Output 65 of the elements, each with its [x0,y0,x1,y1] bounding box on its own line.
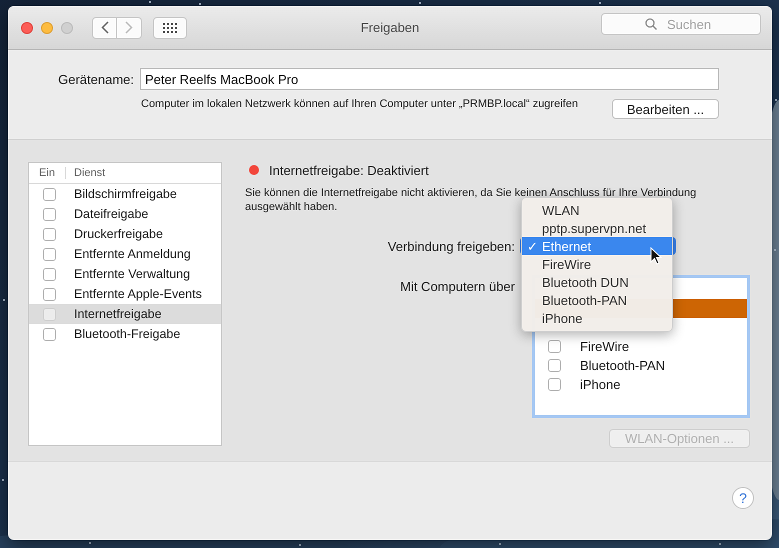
grid-icon [163,22,177,32]
device-name-field[interactable]: Peter Reelfs MacBook Pro [140,68,719,90]
service-row[interactable]: Entfernte Anmeldung [29,244,221,264]
menu-item[interactable]: iPhone [522,309,672,327]
description-line: Sie können die Internetfreigabe nicht aktivieren, da Sie keinen Anschluss für Ihre Verbindung [245,186,696,200]
field-label: Gerätename: [57,72,134,86]
menu-item[interactable]: Bluetooth DUN [522,273,672,291]
field-label: Mit Computern über [399,279,515,296]
checkbox[interactable] [548,378,561,391]
checkbox[interactable] [43,248,56,260]
checkbox[interactable] [548,340,561,353]
service-name: Dateifreigabe [74,207,148,221]
close-button[interactable] [21,22,33,34]
service-row[interactable]: Druckerfreigabe [29,224,221,244]
menu-item[interactable]: WLAN [522,201,672,219]
column-header: Dienst [73,167,106,179]
service-name: Entfernte Verwaltung [74,267,190,281]
menu-item[interactable]: ✓ Ethernet [522,237,672,255]
service-row[interactable]: Entfernte Verwaltung [29,264,221,284]
port-row[interactable]: Bluetooth-PAN [535,356,747,375]
menu-item[interactable]: pptp.supervpn.net [522,219,672,237]
checkbox[interactable] [43,308,56,320]
help-button[interactable]: ? [732,487,754,509]
minimize-button[interactable] [41,22,53,34]
service-name: Entfernte Anmeldung [74,247,191,261]
menu-item[interactable]: Bluetooth-PAN [522,291,672,309]
checkbox[interactable] [43,228,56,240]
service-name: Bildschirmfreigabe [74,187,177,201]
search-icon [645,18,657,30]
service-row[interactable]: Bildschirmfreigabe [29,184,221,204]
service-row[interactable]: Entfernte Apple-Events [29,284,221,304]
cursor-icon [650,247,662,265]
service-row[interactable]: Bluetooth-Freigabe [29,324,221,344]
checkbox[interactable] [43,288,56,300]
field-label: Verbindung freigeben: [386,238,515,254]
search-field[interactable]: Suchen [601,13,761,35]
service-name: Internetfreigabe [74,307,162,321]
checkbox[interactable] [43,188,56,200]
checkbox[interactable] [43,268,56,280]
port-name: FireWire [580,339,630,354]
chevron-right-icon [125,21,133,34]
show-all-button[interactable] [153,16,187,38]
checkmark-icon: ✓ [527,238,538,254]
service-row[interactable]: Internetfreigabe [29,304,221,324]
zoom-button[interactable] [61,22,73,34]
port-row[interactable]: iPhone [535,375,747,394]
service-name: Bluetooth-Freigabe [74,327,180,341]
service-row[interactable]: Dateifreigabe [29,204,221,224]
window-title: Freigaben [360,20,420,35]
edit-button[interactable]: Bearbeiten ... [612,99,719,119]
checkbox[interactable] [548,359,561,372]
port-row[interactable]: FireWire [535,337,747,356]
column-header: Ein [29,167,66,179]
chevron-left-icon [100,21,108,34]
description-line: ausgewählt haben. [245,200,338,214]
hint-text: Computer im lokalen Netzwerk können auf Ihren Computer unter „PRMBP.local“ zugreifen [141,97,579,111]
back-button[interactable] [92,16,117,38]
service-name: Entfernte Apple-Events [74,287,202,301]
checkbox[interactable] [43,208,56,220]
port-name: iPhone [580,377,620,392]
checkbox[interactable] [43,328,56,340]
port-name: Bluetooth-PAN [580,358,666,373]
status-text: Internetfreigabe: Deaktiviert [269,162,429,178]
menu-item[interactable]: FireWire [522,255,672,273]
service-name: Druckerfreigabe [74,227,163,241]
